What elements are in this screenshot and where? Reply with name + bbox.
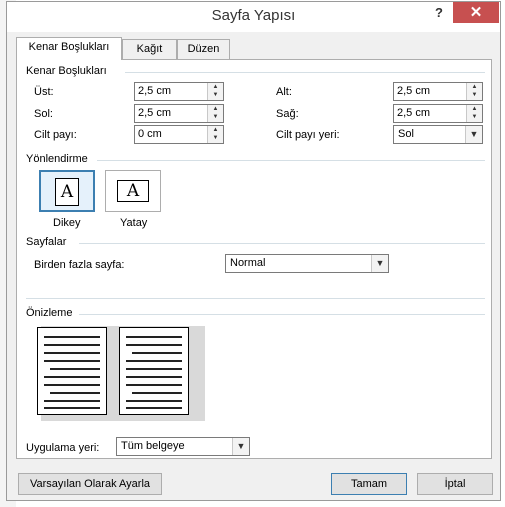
apply-to-label: Uygulama yeri:: [26, 442, 100, 454]
help-button[interactable]: ?: [435, 5, 443, 20]
ok-label: Tamam: [350, 478, 388, 490]
multiple-pages-select[interactable]: Normal ▼: [225, 254, 389, 273]
spin-arrows[interactable]: ▲ ▼: [466, 105, 482, 122]
preview-heading: Önizleme: [26, 307, 73, 319]
portrait-page-icon: A: [55, 178, 79, 206]
preview-page-left: [37, 327, 107, 415]
pages-heading: Sayfalar: [26, 236, 67, 248]
spin-down-icon[interactable]: ▼: [208, 113, 223, 121]
landscape-page-icon: A: [117, 180, 149, 202]
spin-arrows[interactable]: ▲ ▼: [207, 83, 223, 100]
chevron-down-icon[interactable]: ▼: [232, 438, 249, 455]
apply-to-select[interactable]: Tüm belgeye ▼: [116, 437, 250, 456]
top-margin-label: Üst:: [34, 86, 54, 98]
left-margin-value: 2,5 cm: [138, 107, 172, 119]
multiple-pages-value: Normal: [230, 257, 266, 269]
portrait-label: Dikey: [53, 217, 81, 229]
left-margin-stepper[interactable]: 2,5 cm ▲ ▼: [134, 104, 224, 123]
cancel-label: İptal: [444, 478, 466, 490]
bottom-margin-value: 2,5 cm: [397, 85, 431, 97]
tab-label: Düzen: [187, 43, 220, 55]
chevron-down-icon[interactable]: ▼: [371, 255, 388, 272]
gutter-label: Cilt payı:: [34, 129, 77, 141]
landscape-label: Yatay: [120, 217, 148, 229]
preview-divider: [79, 314, 485, 315]
spin-up-icon[interactable]: ▲: [208, 83, 223, 91]
apply-to-value: Tüm belgeye: [121, 440, 185, 452]
tab-label: Kağıt: [136, 43, 163, 55]
spin-up-icon[interactable]: ▲: [467, 105, 482, 113]
spin-down-icon[interactable]: ▼: [467, 113, 482, 121]
preview-page-right: [119, 327, 189, 415]
orientation-divider: [97, 160, 485, 161]
page-setup-dialog: Sayfa Yapısı ? ✕ Kenar Boşlukları Kağıt …: [6, 1, 501, 501]
set-as-default-label: Varsayılan Olarak Ayarla: [29, 478, 151, 490]
tab-margins[interactable]: Kenar Boşlukları: [16, 37, 122, 60]
bottom-margin-stepper[interactable]: 2,5 cm ▲ ▼: [393, 82, 483, 101]
spin-down-icon[interactable]: ▼: [208, 91, 223, 99]
orientation-heading: Yönlendirme: [26, 153, 88, 165]
bottom-margin-label: Alt:: [276, 86, 292, 98]
right-margin-value: 2,5 cm: [397, 107, 431, 119]
top-margin-value: 2,5 cm: [138, 85, 172, 97]
set-as-default-button[interactable]: Varsayılan Olarak Ayarla: [18, 473, 162, 495]
gutter-stepper[interactable]: 0 cm ▲ ▼: [134, 125, 224, 144]
gutter-position-value: Sol: [398, 128, 414, 140]
multiple-pages-label: Birden fazla sayfa:: [34, 259, 125, 271]
ok-button[interactable]: Tamam: [331, 473, 407, 495]
tab-layout[interactable]: Düzen: [177, 39, 230, 59]
close-icon: ✕: [469, 4, 483, 21]
top-margin-stepper[interactable]: 2,5 cm ▲ ▼: [134, 82, 224, 101]
right-margin-stepper[interactable]: 2,5 cm ▲ ▼: [393, 104, 483, 123]
gutter-position-label: Cilt payı yeri:: [276, 129, 340, 141]
left-margin-label: Sol:: [34, 108, 53, 120]
spin-arrows[interactable]: ▲ ▼: [466, 83, 482, 100]
section-divider: [26, 298, 485, 299]
spin-up-icon[interactable]: ▲: [208, 105, 223, 113]
margins-divider: [125, 72, 485, 73]
title-bar: Sayfa Yapısı ? ✕: [7, 2, 500, 32]
dialog-title: Sayfa Yapısı: [211, 7, 296, 24]
spin-up-icon[interactable]: ▲: [467, 83, 482, 91]
close-button[interactable]: ✕: [453, 2, 499, 23]
gutter-value: 0 cm: [138, 128, 162, 140]
tab-label: Kenar Boşlukları: [28, 41, 110, 53]
spin-arrows[interactable]: ▲ ▼: [207, 105, 223, 122]
chevron-down-icon[interactable]: ▼: [465, 126, 482, 143]
portrait-option[interactable]: A: [39, 170, 95, 212]
cancel-button[interactable]: İptal: [417, 473, 493, 495]
margins-heading: Kenar Boşlukları: [26, 65, 107, 77]
right-margin-label: Sağ:: [276, 108, 299, 120]
tab-paper[interactable]: Kağıt: [122, 39, 177, 59]
landscape-option[interactable]: A: [105, 170, 161, 212]
spin-down-icon[interactable]: ▼: [208, 134, 223, 142]
gutter-position-select[interactable]: Sol ▼: [393, 125, 483, 144]
spin-down-icon[interactable]: ▼: [467, 91, 482, 99]
spin-arrows[interactable]: ▲ ▼: [207, 126, 223, 143]
spin-up-icon[interactable]: ▲: [208, 126, 223, 134]
pages-divider: [79, 243, 485, 244]
